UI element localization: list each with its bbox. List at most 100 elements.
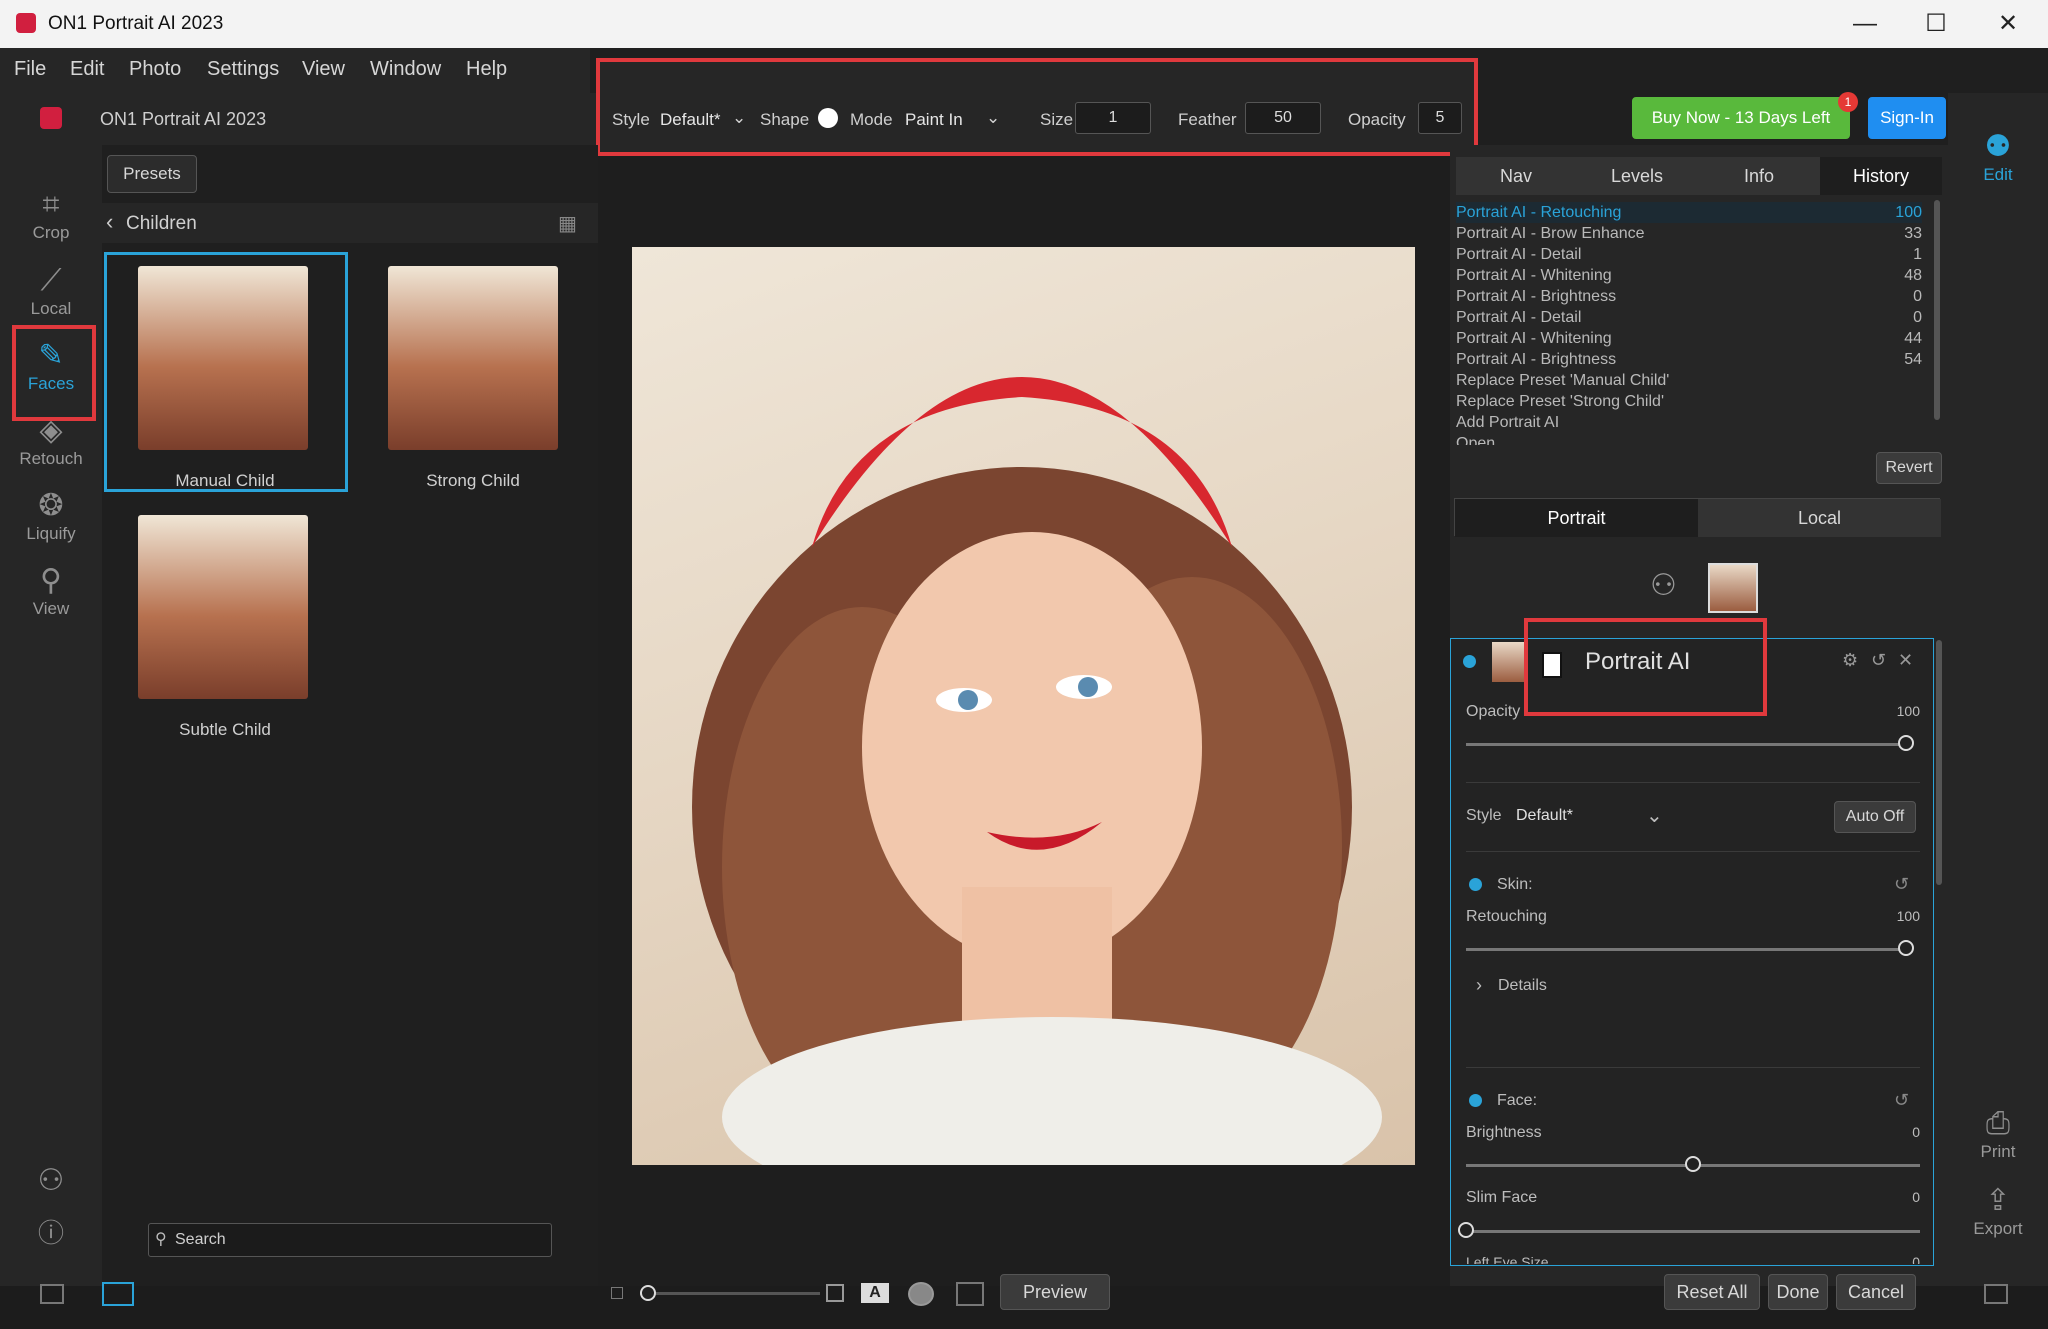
buy-now-button[interactable]: Buy Now - 13 Days Left — [1632, 97, 1850, 139]
text-overlay-icon[interactable]: A — [861, 1283, 889, 1303]
export-button[interactable]: ⇪ Export — [1948, 1183, 2048, 1239]
panel-toggle-icon[interactable] — [40, 1284, 64, 1304]
history-item[interactable]: Portrait AI - Brow Enhance 33 — [1456, 223, 1922, 244]
add-face-icon[interactable]: ⚇ — [1650, 568, 1677, 603]
mask-view-icon[interactable] — [908, 1282, 934, 1306]
slim-face-slider-knob[interactable] — [1458, 1222, 1474, 1238]
menu-photo[interactable]: Photo — [129, 58, 181, 81]
history-item[interactable]: Replace Preset 'Manual Child' — [1456, 370, 1922, 391]
slim-face-slider[interactable] — [1466, 1230, 1920, 1233]
opacity-input[interactable]: 5 — [1418, 102, 1462, 134]
style-dropdown[interactable]: Default* — [660, 110, 720, 130]
portrait-photo[interactable] — [632, 247, 1415, 1217]
mode-tab-bar: Portrait Local — [1454, 498, 1941, 537]
app-logo-icon — [40, 107, 62, 129]
menu-view[interactable]: View — [302, 58, 345, 81]
chevron-right-icon[interactable]: › — [1476, 975, 1482, 996]
menu-window[interactable]: Window — [370, 58, 441, 81]
layer-visible-dot[interactable] — [1463, 655, 1476, 668]
history-item[interactable]: Portrait AI - Retouching 100 — [1456, 202, 1922, 223]
edit-module-button[interactable]: ⚉ Edit — [1948, 129, 2048, 185]
chevron-down-icon[interactable]: ⌄ — [986, 108, 1000, 128]
liquify-tool[interactable]: ❂ Liquify — [0, 488, 102, 544]
revert-button[interactable]: Revert — [1876, 452, 1942, 484]
back-chevron-icon[interactable]: ‹ — [106, 209, 113, 235]
auto-off-button[interactable]: Auto Off — [1834, 801, 1916, 833]
brush-icon: ⟋ — [40, 264, 62, 297]
tab-local[interactable]: Local — [1698, 499, 1941, 537]
skin-enabled-dot[interactable] — [1469, 878, 1482, 891]
history-item[interactable]: Replace Preset 'Strong Child' — [1456, 391, 1922, 412]
cancel-button[interactable]: Cancel — [1836, 1274, 1916, 1310]
face-thumbnail[interactable] — [1708, 563, 1758, 613]
tab-portrait[interactable]: Portrait — [1455, 499, 1698, 537]
user-icon[interactable]: ⚇ — [0, 1163, 102, 1199]
gear-icon[interactable]: ⚙ — [1842, 650, 1858, 671]
details-toggle[interactable]: Details — [1498, 977, 1547, 995]
menu-edit[interactable]: Edit — [70, 58, 104, 81]
reset-icon[interactable]: ↺ — [1871, 650, 1886, 671]
compare-icon[interactable] — [956, 1282, 984, 1306]
thumbnail-manual-child[interactable] — [138, 266, 308, 450]
presets-button[interactable]: Presets — [107, 155, 197, 193]
thumbnail-subtle-child[interactable] — [138, 515, 308, 699]
tab-info[interactable]: Info — [1698, 157, 1820, 195]
history-item[interactable]: Portrait AI - Whitening 48 — [1456, 265, 1922, 286]
feather-input[interactable]: 50 — [1245, 102, 1321, 134]
menu-file[interactable]: File — [14, 58, 46, 81]
menu-help[interactable]: Help — [466, 58, 507, 81]
opacity-slider-knob[interactable] — [1898, 735, 1914, 751]
search-input[interactable]: ⚲ Search — [148, 1223, 552, 1257]
grid-view-icon[interactable]: ▦ — [558, 211, 577, 236]
brush-shape-icon[interactable] — [818, 108, 838, 128]
mode-label: Mode — [850, 110, 893, 129]
layer-style-dropdown[interactable]: Default* — [1516, 807, 1573, 825]
panel-scrollbar[interactable] — [1936, 640, 1942, 885]
history-item[interactable]: Portrait AI - Brightness 54 — [1456, 349, 1922, 370]
mode-dropdown[interactable]: Paint In — [905, 110, 963, 130]
zoom-slider-knob[interactable] — [640, 1285, 656, 1301]
fit-view-icon[interactable] — [826, 1284, 844, 1302]
history-item[interactable]: Open — [1456, 433, 1922, 445]
retouch-tool[interactable]: ◈ Retouch — [0, 413, 102, 469]
retouching-slider-knob[interactable] — [1898, 940, 1914, 956]
print-button[interactable]: ⎙ Print — [1948, 1106, 2048, 1162]
preview-button[interactable]: Preview — [1000, 1274, 1110, 1310]
history-item[interactable]: Portrait AI - Whitening 44 — [1456, 328, 1922, 349]
close-layer-icon[interactable]: ✕ — [1898, 650, 1913, 671]
sign-in-button[interactable]: Sign-In — [1868, 97, 1946, 139]
opacity-label: Opacity — [1348, 110, 1406, 129]
size-input[interactable]: 1 — [1075, 102, 1151, 134]
chevron-down-icon[interactable]: ⌄ — [732, 108, 746, 128]
reset-icon[interactable]: ↺ — [1894, 874, 1909, 895]
maximize-button[interactable]: ☐ — [1906, 6, 1966, 42]
history-item[interactable]: Portrait AI - Detail 1 — [1456, 244, 1922, 265]
chevron-down-icon[interactable]: ⌄ — [1646, 803, 1663, 828]
zoom-slider[interactable] — [640, 1292, 820, 1295]
minimize-button[interactable]: — — [1835, 6, 1895, 42]
reset-icon[interactable]: ↺ — [1894, 1090, 1909, 1111]
tab-history[interactable]: History — [1820, 157, 1942, 195]
retouching-slider[interactable] — [1466, 948, 1906, 951]
face-enabled-dot[interactable] — [1469, 1094, 1482, 1107]
reset-all-button[interactable]: Reset All — [1664, 1274, 1760, 1310]
close-button[interactable]: ✕ — [1978, 6, 2038, 42]
brightness-slider-knob[interactable] — [1685, 1156, 1701, 1172]
history-item[interactable]: Portrait AI - Detail 0 — [1456, 307, 1922, 328]
local-tool[interactable]: ⟋ Local — [0, 263, 102, 319]
tab-nav[interactable]: Nav — [1456, 157, 1576, 195]
opacity-slider[interactable] — [1466, 743, 1906, 746]
zoom-out-icon[interactable] — [611, 1287, 623, 1299]
history-item[interactable]: Add Portrait AI — [1456, 412, 1922, 433]
history-item[interactable]: Portrait AI - Brightness 0 — [1456, 286, 1922, 307]
layout-toggle-icon[interactable] — [102, 1282, 134, 1306]
tab-levels[interactable]: Levels — [1576, 157, 1698, 195]
right-panel-toggle-icon[interactable] — [1984, 1284, 2008, 1304]
help-icon[interactable]: ⓘ — [0, 1215, 102, 1251]
crop-tool[interactable]: ⌗ Crop — [0, 187, 102, 243]
done-button[interactable]: Done — [1768, 1274, 1828, 1310]
thumbnail-strong-child[interactable] — [388, 266, 558, 450]
menu-settings[interactable]: Settings — [207, 58, 279, 81]
history-scrollbar[interactable] — [1934, 200, 1940, 420]
view-tool[interactable]: ⚲ View — [0, 563, 102, 619]
